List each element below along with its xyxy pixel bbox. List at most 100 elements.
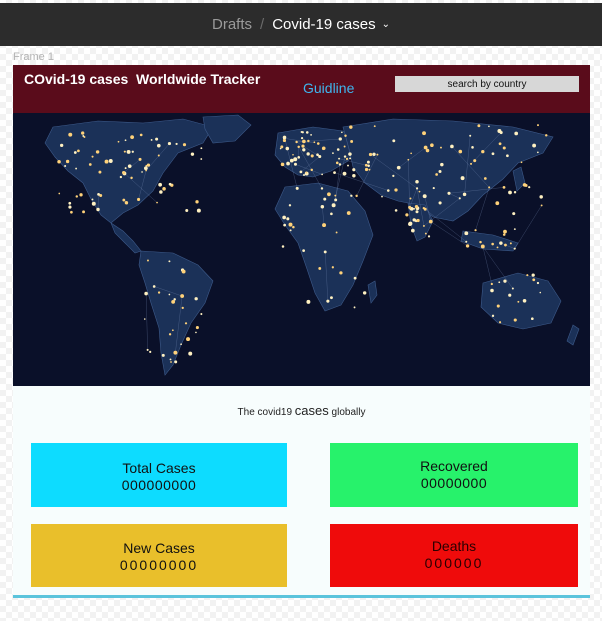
city-light	[139, 133, 143, 137]
city-light	[517, 300, 520, 303]
city-light	[410, 152, 412, 155]
caption-prefix: The covid19	[237, 407, 295, 418]
city-light	[488, 186, 491, 189]
city-light	[343, 145, 346, 148]
city-light	[289, 158, 294, 163]
city-light	[539, 291, 542, 294]
city-light	[283, 223, 287, 227]
city-light	[508, 293, 512, 297]
city-light	[490, 282, 493, 286]
city-light	[320, 187, 324, 190]
city-light	[313, 141, 316, 144]
guideline-link[interactable]: Guidline	[303, 80, 354, 96]
city-light	[82, 135, 85, 137]
city-light	[75, 167, 78, 170]
city-light	[342, 171, 347, 176]
city-light	[158, 182, 162, 187]
city-light	[295, 186, 299, 190]
city-light	[91, 198, 94, 201]
city-light	[167, 141, 172, 146]
city-light	[280, 162, 285, 167]
city-light	[318, 267, 322, 270]
city-light	[293, 157, 298, 162]
city-light	[150, 138, 153, 141]
city-light	[323, 250, 327, 254]
city-light	[368, 152, 373, 157]
city-light	[293, 162, 297, 166]
city-light	[520, 161, 523, 164]
city-light	[488, 125, 490, 128]
city-light	[169, 358, 172, 361]
city-light	[496, 246, 499, 249]
city-light	[477, 124, 481, 128]
city-light	[350, 194, 353, 197]
city-light	[91, 155, 94, 158]
city-light	[331, 266, 334, 269]
recovered-card[interactable]: Recovered 00000000	[330, 443, 578, 507]
city-light	[430, 143, 434, 148]
breadcrumb-drafts[interactable]: Drafts	[212, 16, 252, 33]
city-light	[498, 142, 502, 146]
city-light	[96, 207, 100, 212]
city-light	[310, 154, 314, 158]
city-light	[350, 140, 354, 143]
new-cases-card[interactable]: New Cases 00000000	[31, 524, 287, 587]
city-light	[536, 151, 539, 154]
city-light	[345, 157, 349, 160]
city-light	[490, 288, 494, 293]
city-light	[496, 304, 500, 308]
city-light	[301, 144, 305, 148]
city-light	[122, 170, 126, 175]
city-light	[405, 213, 409, 217]
city-light	[145, 169, 148, 172]
city-light	[281, 245, 285, 248]
city-light	[412, 218, 416, 222]
city-light	[526, 274, 529, 277]
frame-label[interactable]: Frame 1	[13, 51, 54, 63]
city-light	[157, 291, 161, 294]
breadcrumb-file-name[interactable]: Covid-19 cases	[272, 16, 375, 33]
city-light	[491, 152, 495, 156]
city-light	[123, 150, 126, 153]
city-light	[495, 201, 500, 206]
city-light	[335, 231, 338, 234]
city-light	[302, 148, 306, 152]
city-light	[141, 171, 143, 173]
city-light	[195, 331, 197, 334]
city-light	[522, 298, 527, 303]
city-light	[415, 187, 419, 190]
city-light	[513, 247, 516, 250]
editor-topbar: Drafts / Covid-19 cases ⌄	[0, 3, 602, 46]
city-light	[77, 149, 80, 153]
deaths-card[interactable]: Deaths 000000	[330, 524, 578, 587]
city-light	[415, 179, 419, 184]
city-light	[301, 131, 304, 134]
city-light	[65, 159, 70, 164]
city-light	[122, 198, 126, 202]
city-light	[465, 244, 470, 248]
city-light	[338, 163, 342, 166]
city-light	[58, 192, 61, 195]
chevron-down-icon[interactable]: ⌄	[382, 19, 390, 30]
city-light	[144, 291, 148, 296]
city-light	[499, 130, 503, 135]
city-light	[508, 190, 512, 195]
city-light	[498, 321, 502, 324]
city-light	[471, 146, 474, 149]
city-light	[303, 174, 305, 176]
city-light	[188, 351, 193, 356]
city-light	[338, 157, 341, 160]
city-light	[348, 152, 352, 156]
city-light	[450, 144, 454, 149]
search-input[interactable]: search by country	[395, 76, 579, 92]
city-light	[440, 162, 444, 167]
city-light	[460, 176, 465, 181]
city-light	[126, 149, 131, 154]
city-light	[338, 137, 342, 141]
city-light	[292, 225, 295, 229]
city-light	[368, 168, 371, 171]
city-light	[422, 224, 425, 227]
city-light	[285, 146, 290, 151]
total-cases-card[interactable]: Total Cases 000000000	[31, 443, 287, 507]
city-light	[479, 240, 482, 244]
